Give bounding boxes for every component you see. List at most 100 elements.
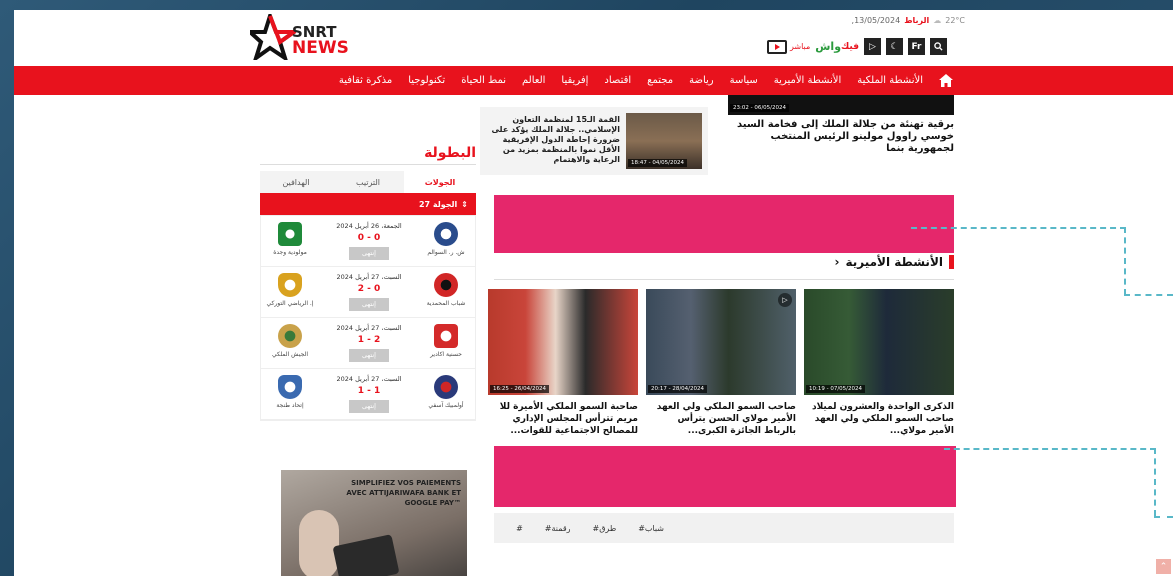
nav-item-society[interactable]: مجتمع	[647, 75, 673, 86]
tab-standings[interactable]: الترتيب	[332, 171, 404, 193]
tag-bar: #شباب #طرق #رقمنة #	[494, 513, 954, 543]
home-icon[interactable]	[939, 73, 953, 88]
league-tabs: الجولات الترتيب الهدافين	[260, 171, 476, 193]
team-name: شباب المحمدية	[426, 300, 466, 307]
live-button[interactable]: مباشر	[766, 39, 811, 54]
round-selector[interactable]: ⇕ الجولة 27	[260, 193, 476, 215]
section-header[interactable]: الأنشطة الأميرية ‹	[835, 255, 954, 269]
tag-roads[interactable]: #طرق	[593, 524, 617, 533]
dark-mode-icon[interactable]: ☾	[886, 38, 903, 55]
match-status: إنتهى	[349, 349, 389, 362]
language-button[interactable]: Fr	[908, 38, 925, 55]
header-tools: مباشر واش فيك ▷ ☾ Fr	[763, 38, 947, 55]
nav-item-africa[interactable]: إفريقيا	[561, 75, 588, 86]
phone-image	[332, 534, 400, 576]
news-time: 20:17 - 28/04/2024	[648, 385, 708, 393]
current-date: 13/05/2024,	[851, 16, 901, 25]
top-story-time: 23:02 - 06/05/2024	[730, 104, 790, 112]
divider	[494, 279, 954, 280]
date-weather: 22°C ☁ الرباط 13/05/2024,	[852, 16, 965, 25]
match-date: السبت، 27 أبريل 2024	[336, 324, 402, 332]
nav-item-lifestyle[interactable]: نمط الحياة	[461, 75, 506, 86]
team-name: حسنية اكادير	[430, 351, 462, 358]
site-header: SNRT NEWS 22°C ☁ الرباط 13/05/2024, مباش…	[14, 10, 1173, 66]
wachi-fik-logo[interactable]: واش فيك	[815, 40, 859, 53]
wachi-sub: فيك	[841, 41, 859, 52]
home-team: حسنية اكادير	[421, 324, 471, 358]
connector-line	[1124, 227, 1126, 295]
tag-youth[interactable]: #شباب	[638, 524, 664, 533]
connector-line	[944, 448, 1156, 450]
nav-item-royal[interactable]: الأنشطة الملكية	[857, 75, 923, 86]
news-title: القمة الـ15 لمنظمة التعاون الإسلامي.. جل…	[491, 115, 620, 164]
away-team: الجيش الملكي	[265, 324, 315, 358]
team-name: الجيش الملكي	[272, 351, 308, 358]
nav-item-world[interactable]: العالم	[522, 75, 545, 86]
connector-line	[1154, 516, 1173, 518]
tab-scorers[interactable]: الهدافين	[260, 171, 332, 193]
tag-digitization[interactable]: #رقمنة	[545, 524, 571, 533]
logo-wordmark: SNRT NEWS	[292, 24, 349, 57]
news-card[interactable]: 20:17 - 28/04/2024 ▷ صاحب السمو الملكي و…	[646, 289, 796, 437]
top-story-title[interactable]: برقية تهنئة من جلالة الملك إلى فخامة الس…	[728, 119, 954, 155]
match-row[interactable]: شباب المحمدية السبت، 27 أبريل 2024 2 - 0…	[261, 267, 475, 318]
live-label: مباشر	[789, 42, 811, 51]
news-image: 16:25 - 26/04/2024	[488, 289, 638, 395]
match-row[interactable]: أولمبيك آسفي السبت، 27 أبريل 2024 1 - 1 …	[261, 369, 475, 420]
section-accent-bar	[949, 255, 954, 269]
home-team: شباب المحمدية	[421, 273, 471, 307]
team-crest-icon	[278, 324, 302, 348]
search-icon[interactable]	[930, 38, 947, 55]
nav-item-politics[interactable]: سياسة	[730, 75, 758, 86]
main-navigation: الأنشطة الملكية الأنشطة الأميرية سياسة ر…	[14, 66, 1173, 95]
round-label: الجولة 27	[418, 199, 458, 209]
chevron-up-icon: ⌃	[1159, 561, 1168, 572]
hand-image	[299, 510, 339, 576]
advertisement-banner[interactable]: SIMPLIFIEZ VOS PAIEMENTS AVEC ATTIJARIWA…	[281, 470, 467, 576]
tag-more[interactable]: #	[516, 524, 523, 533]
match-score: 0 - 0	[357, 233, 381, 243]
team-crest-icon	[278, 222, 302, 246]
weather-temp: 22°C	[945, 16, 965, 25]
tab-rounds[interactable]: الجولات	[404, 171, 476, 193]
news-time: 18:47 - 04/05/2024	[628, 159, 688, 167]
section-title: الأنشطة الأميرية	[845, 255, 943, 269]
team-name: إ. الرياضي التوركي	[266, 300, 314, 307]
weather-city: الرباط	[904, 16, 930, 25]
away-team: إ. الرياضي التوركي	[265, 273, 315, 307]
news-card-small[interactable]: 18:47 - 04/05/2024 القمة الـ15 لمنظمة ال…	[480, 107, 708, 175]
match-score: 1 - 2	[357, 335, 381, 345]
cloud-icon: ☁	[933, 16, 942, 25]
team-crest-icon	[434, 222, 458, 246]
nav-item-princely[interactable]: الأنشطة الأميرية	[774, 75, 841, 86]
connector-line	[911, 227, 1126, 229]
nav-item-economy[interactable]: اقتصاد	[604, 75, 631, 86]
star-logo-icon	[250, 14, 296, 60]
top-story-image[interactable]: 23:02 - 06/05/2024	[728, 95, 954, 115]
news-card[interactable]: 10:19 - 07/05/2024 الذكرى الواحدة والعشر…	[804, 289, 954, 437]
news-time: 10:19 - 07/05/2024	[806, 385, 866, 393]
tv-icon	[766, 39, 787, 54]
news-title: صاحبة السمو الملكي الأميرة للا مريم تترأ…	[499, 402, 638, 436]
snrt-news-logo[interactable]: SNRT NEWS	[250, 10, 360, 62]
match-row[interactable]: حسنية اكادير السبت، 27 أبريل 2024 1 - 2 …	[261, 318, 475, 369]
news-card[interactable]: 16:25 - 26/04/2024 صاحبة السمو الملكي ال…	[488, 289, 638, 437]
nav-item-technology[interactable]: تكنولوجيا	[408, 75, 445, 86]
match-status: إنتهى	[349, 247, 389, 260]
match-status: إنتهى	[349, 298, 389, 311]
home-team: أولمبيك آسفي	[421, 375, 471, 409]
match-list: ش. ر. السوالم الجمعة، 26 أبريل 2024 0 - …	[260, 215, 476, 421]
play-icon[interactable]: ▷	[864, 38, 881, 55]
news-time: 16:25 - 26/04/2024	[490, 385, 550, 393]
away-team: إتحاد طنجة	[265, 375, 315, 409]
match-row[interactable]: ش. ر. السوالم الجمعة، 26 أبريل 2024 0 - …	[261, 216, 475, 267]
nav-item-culture[interactable]: مذكرة ثقافية	[339, 75, 392, 86]
league-title: البطولة	[424, 145, 476, 161]
nav-item-sports[interactable]: رياضة	[689, 75, 714, 86]
news-title: الذكرى الواحدة والعشرون لميلاد صاحب السم…	[811, 402, 954, 436]
news-image: 20:17 - 28/04/2024 ▷	[646, 289, 796, 395]
team-crest-icon	[434, 375, 458, 399]
team-crest-icon	[278, 273, 302, 297]
scroll-to-top-button[interactable]: ⌃	[1156, 559, 1171, 574]
home-team: ش. ر. السوالم	[421, 222, 471, 256]
